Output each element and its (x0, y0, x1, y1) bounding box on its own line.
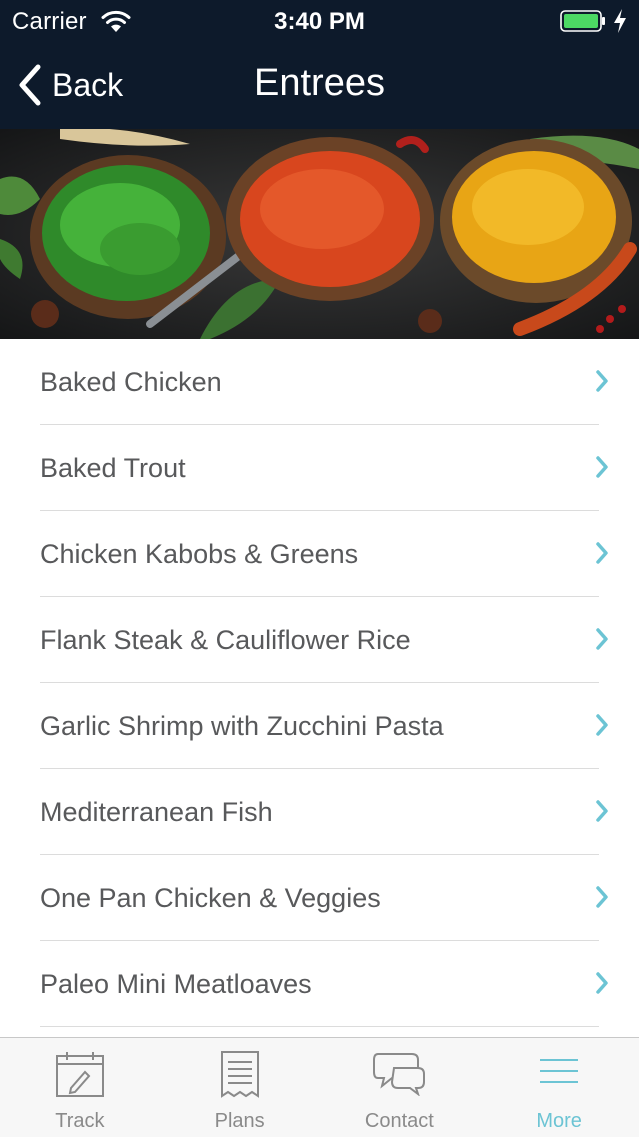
list-item-label: Mediterranean Fish (40, 797, 273, 827)
tab-track[interactable]: Track (0, 1038, 160, 1137)
list-item-label: Baked Trout (40, 453, 186, 483)
tab-plans-label: Plans (214, 1110, 265, 1132)
navigation-bar: Back Entrees (0, 44, 639, 129)
chevron-right-icon (596, 714, 608, 736)
document-list-icon (220, 1051, 259, 1098)
clock-time: 3:40 PM (274, 8, 365, 35)
app-header: Carrier 3:40 PM Back Entrees (0, 0, 639, 129)
list-item-label: Flank Steak & Cauliflower Rice (40, 625, 411, 655)
row-divider (40, 1026, 599, 1027)
page-title: Entrees (254, 62, 385, 104)
chevron-right-icon (596, 886, 608, 908)
chat-bubbles-icon (373, 1053, 426, 1096)
chevron-right-icon (596, 370, 608, 392)
charging-bolt-icon (614, 9, 626, 33)
list-item[interactable]: Chicken Kabobs & Greens (0, 511, 639, 597)
tab-more[interactable]: More (479, 1038, 639, 1137)
chevron-right-icon (596, 456, 608, 478)
tab-contact[interactable]: Contact (320, 1038, 480, 1137)
chevron-right-icon (596, 972, 608, 994)
list-item-label: Garlic Shrimp with Zucchini Pasta (40, 711, 444, 741)
entrees-list: Baked Chicken Baked Trout Chicken Kabobs &… (0, 339, 639, 1037)
chevron-right-icon (596, 542, 608, 564)
list-item-label: Chicken Kabobs & Greens (40, 539, 359, 569)
chevron-right-icon (596, 800, 608, 822)
list-item[interactable]: Baked Trout (0, 425, 639, 511)
list-item[interactable]: Baked Chicken (0, 339, 639, 425)
list-item[interactable]: Mediterranean Fish (0, 769, 639, 855)
list-item-label: Paleo Mini Meatloaves (40, 969, 312, 999)
tab-bar: Track Plans Contact More (0, 1037, 639, 1137)
spices-banner-image (0, 129, 639, 339)
battery-icon (560, 10, 605, 32)
list-item[interactable]: Garlic Shrimp with Zucchini Pasta (0, 683, 639, 769)
list-item-label: One Pan Chicken & Veggies (40, 883, 381, 913)
status-bar: Carrier 3:40 PM (0, 0, 639, 44)
tab-more-label: More (536, 1110, 582, 1132)
chevron-right-icon (596, 628, 608, 650)
tab-plans[interactable]: Plans (160, 1038, 320, 1137)
list-item-label: Baked Chicken (40, 367, 222, 397)
tab-track-label: Track (55, 1110, 105, 1132)
list-item[interactable]: Paleo Mini Meatloaves (0, 941, 639, 1027)
tab-contact-label: Contact (364, 1110, 434, 1132)
list-item[interactable]: Flank Steak & Cauliflower Rice (0, 597, 639, 683)
list-item[interactable]: One Pan Chicken & Veggies (0, 855, 639, 941)
menu-lines-icon (540, 1059, 579, 1083)
calendar-edit-icon (55, 1052, 104, 1097)
